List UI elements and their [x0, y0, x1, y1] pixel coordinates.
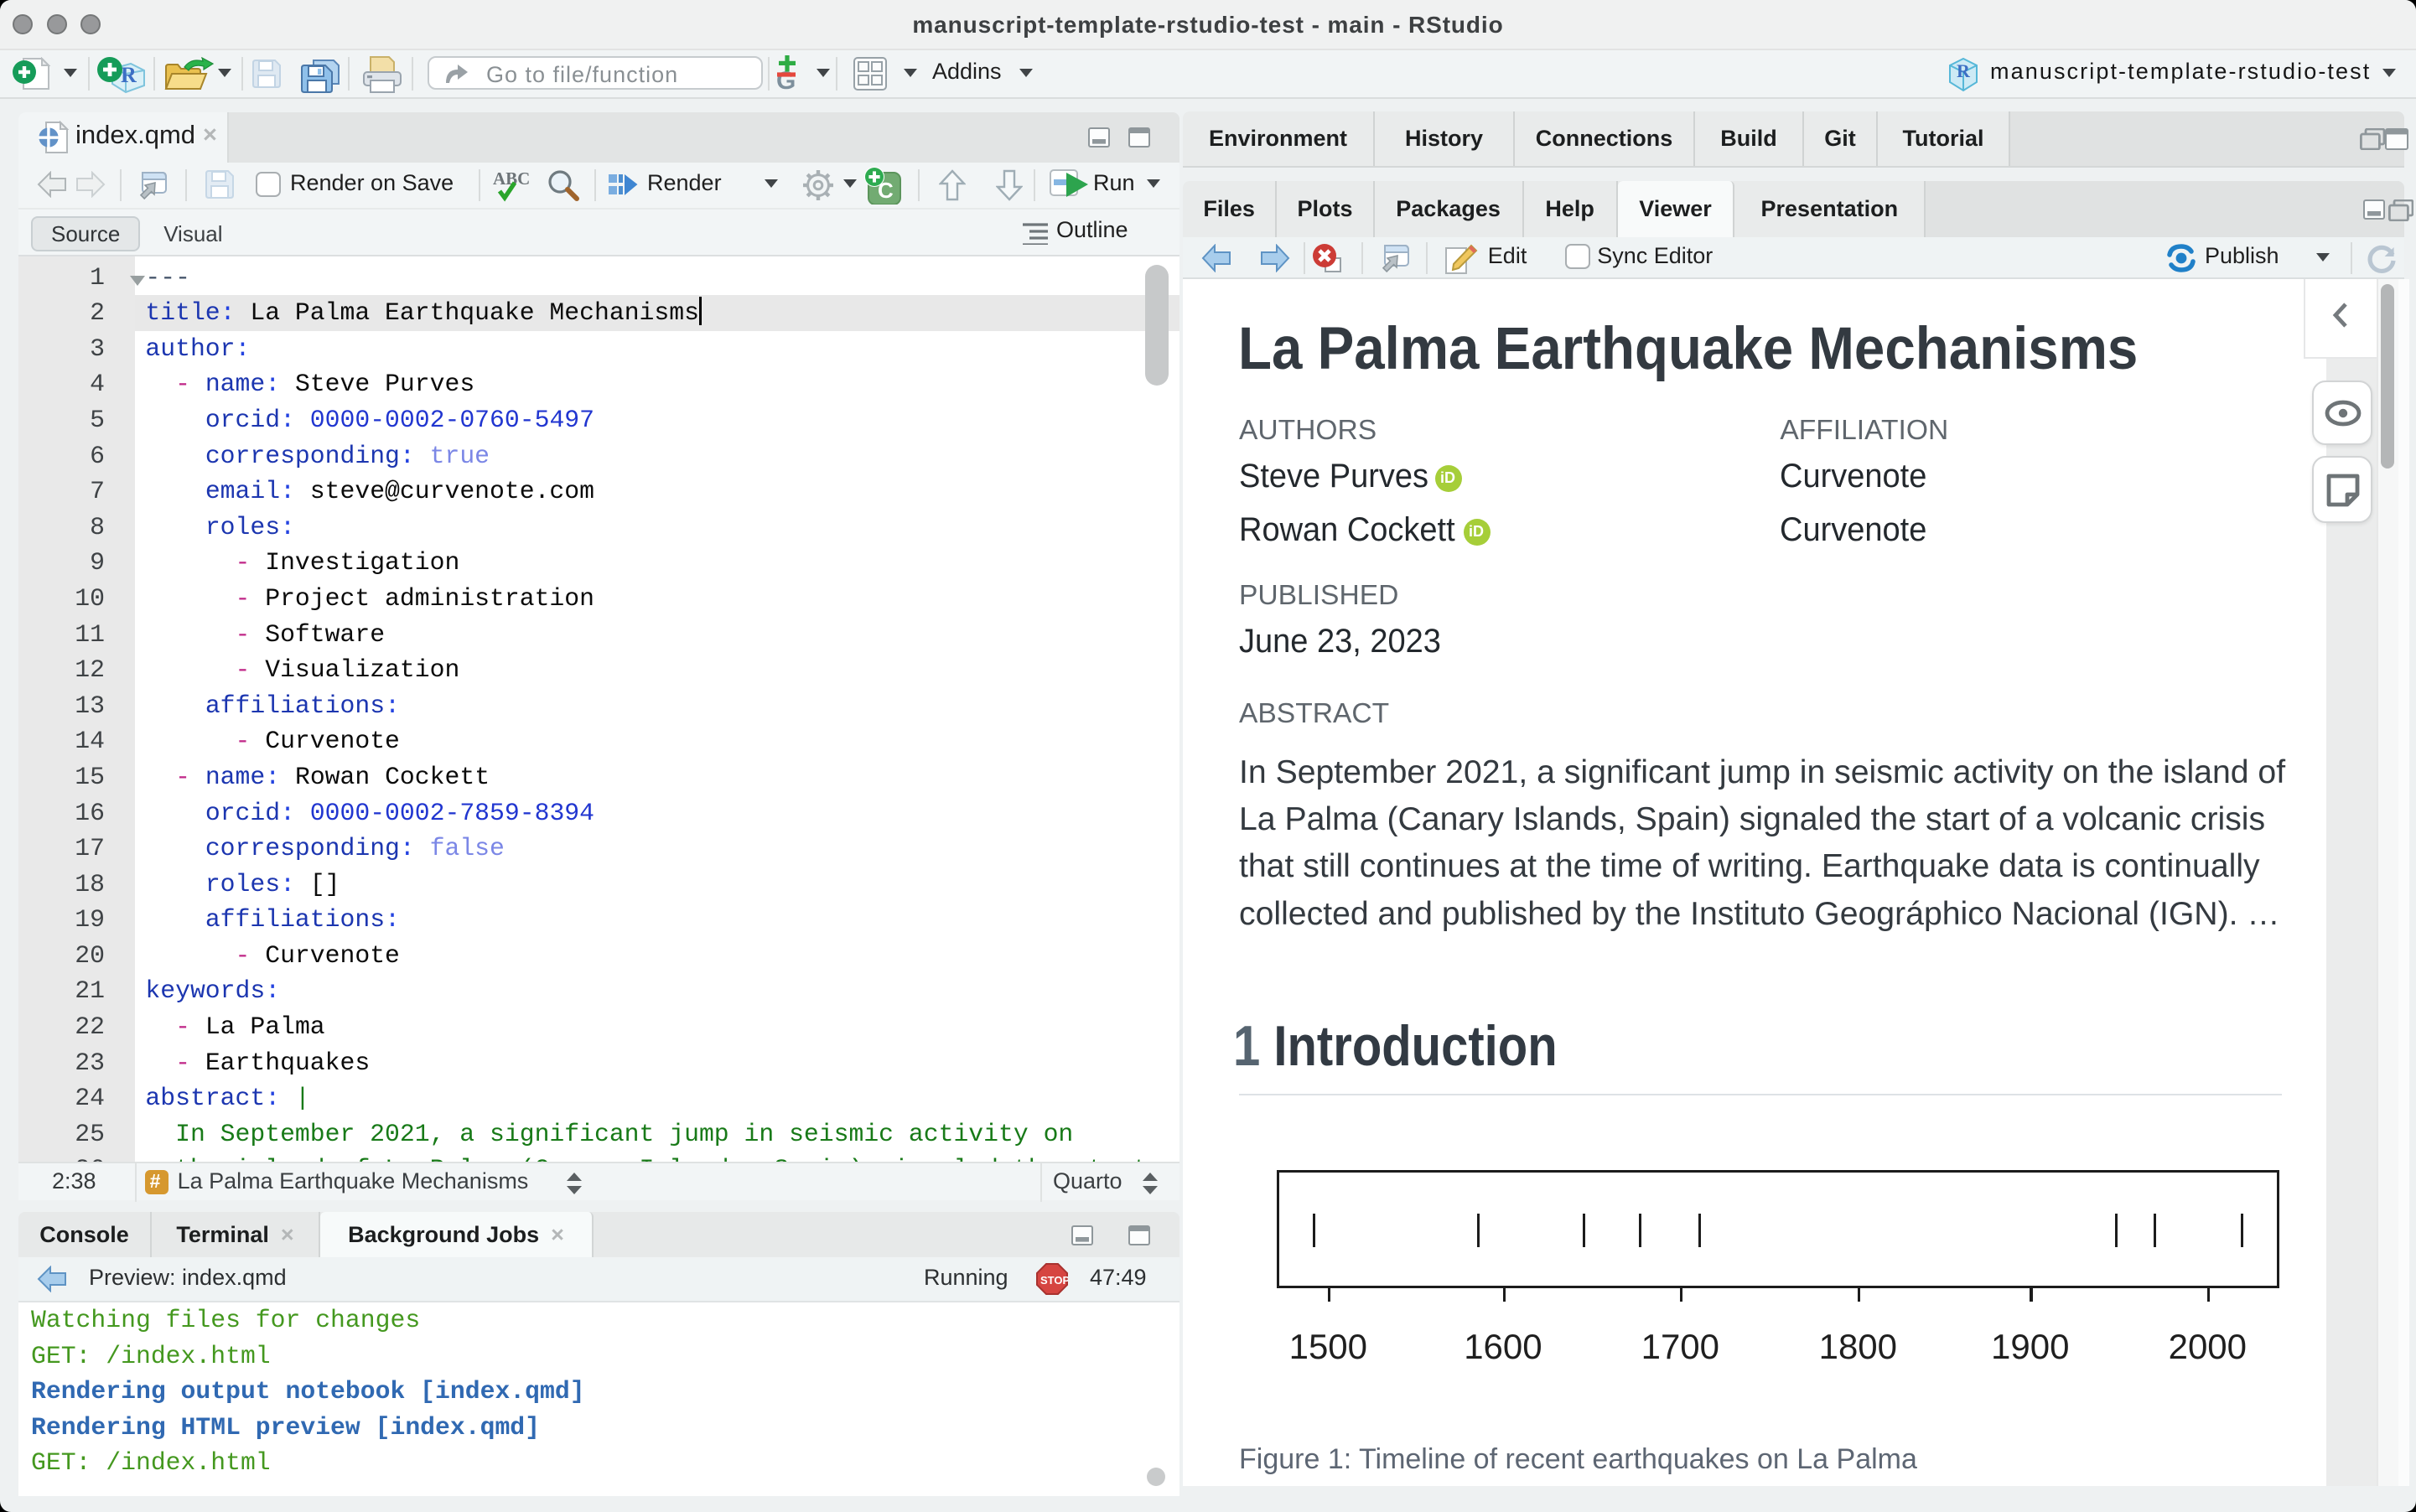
svg-text:STOP: STOP: [1040, 1274, 1068, 1287]
svg-text:R: R: [1957, 60, 1971, 81]
svg-text:R: R: [121, 63, 137, 87]
